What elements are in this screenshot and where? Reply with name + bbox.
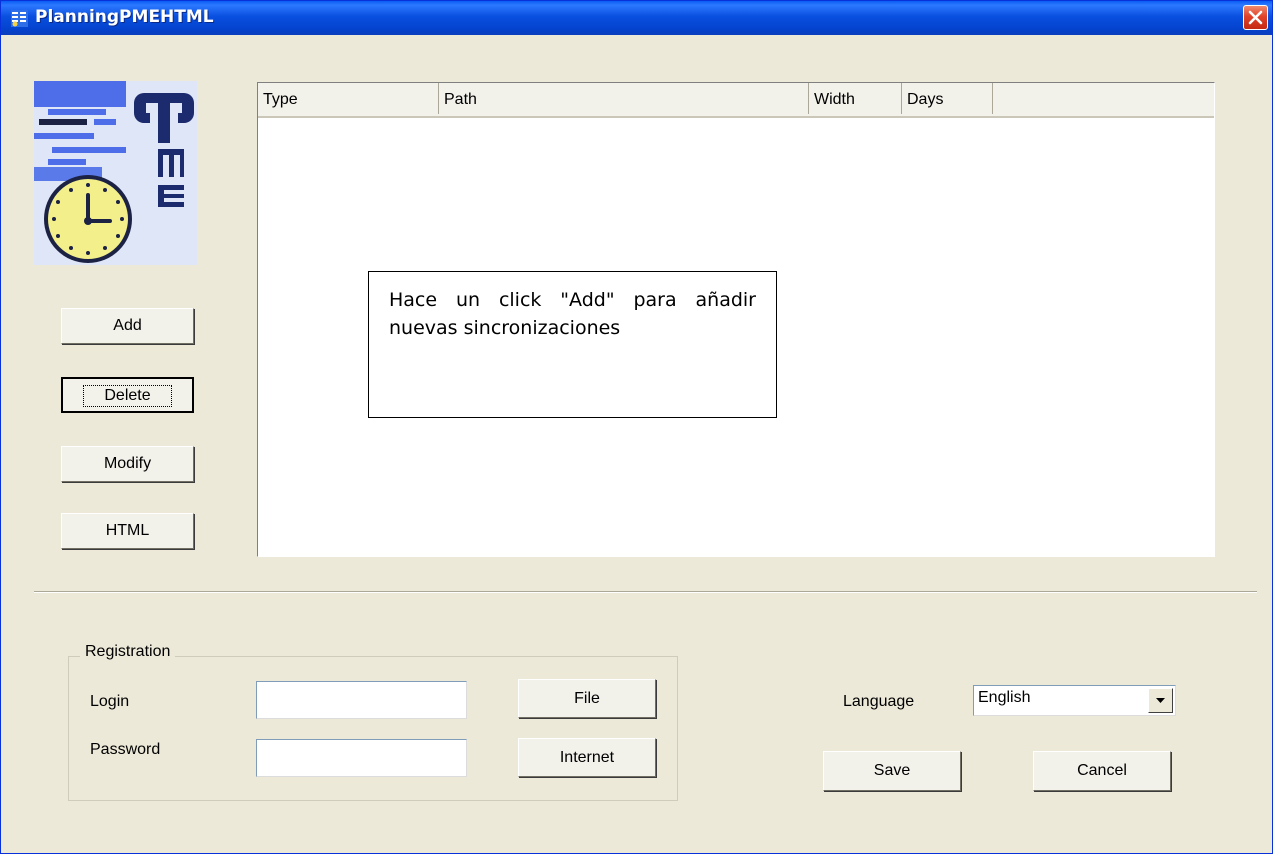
delete-button[interactable]: Delete xyxy=(61,377,194,413)
cancel-button[interactable]: Cancel xyxy=(1033,751,1171,791)
pme-clock-logo xyxy=(34,81,197,265)
chevron-down-icon xyxy=(1156,698,1165,703)
close-icon xyxy=(1248,10,1263,25)
list-header: Type Path Width Days xyxy=(258,83,1214,118)
password-input[interactable] xyxy=(256,739,467,777)
column-header-width[interactable]: Width xyxy=(809,83,902,114)
app-list-icon xyxy=(11,10,28,27)
file-button[interactable]: File xyxy=(518,679,656,718)
login-label: Login xyxy=(90,693,130,710)
html-button[interactable]: HTML xyxy=(61,513,194,549)
cancel-button-label: Cancel xyxy=(1077,762,1127,779)
language-select[interactable]: English xyxy=(973,685,1176,716)
main-window: PlanningPMEHTML Add Delete Modify HTML T… xyxy=(0,0,1273,854)
internet-button-label: Internet xyxy=(559,749,615,766)
title-bar[interactable]: PlanningPMEHTML xyxy=(1,1,1272,35)
delete-button-label: Delete xyxy=(83,385,172,407)
add-button[interactable]: Add xyxy=(61,308,194,344)
login-input[interactable] xyxy=(256,681,467,719)
language-label: Language xyxy=(843,693,915,710)
hint-box: Hace un click "Add" para añadir nuevas s… xyxy=(368,271,777,418)
language-selected-value: English xyxy=(978,689,1031,706)
registration-title: Registration xyxy=(80,643,176,661)
save-button[interactable]: Save xyxy=(823,751,961,791)
file-button-label: File xyxy=(574,690,600,707)
language-dropdown-button[interactable] xyxy=(1148,688,1173,713)
add-button-label: Add xyxy=(113,317,142,334)
modify-button-label: Modify xyxy=(103,455,152,472)
close-button[interactable] xyxy=(1243,5,1268,30)
registration-group xyxy=(68,656,678,801)
internet-button[interactable]: Internet xyxy=(518,738,656,777)
column-header-type[interactable]: Type xyxy=(258,83,439,114)
column-header-days[interactable]: Days xyxy=(902,83,993,114)
save-button-label: Save xyxy=(873,762,911,779)
modify-button[interactable]: Modify xyxy=(61,446,194,482)
column-header-path[interactable]: Path xyxy=(439,83,809,114)
html-button-label: HTML xyxy=(105,522,150,539)
password-label: Password xyxy=(90,741,161,758)
separator xyxy=(34,591,1257,593)
window-title: PlanningPMEHTML xyxy=(35,7,214,27)
